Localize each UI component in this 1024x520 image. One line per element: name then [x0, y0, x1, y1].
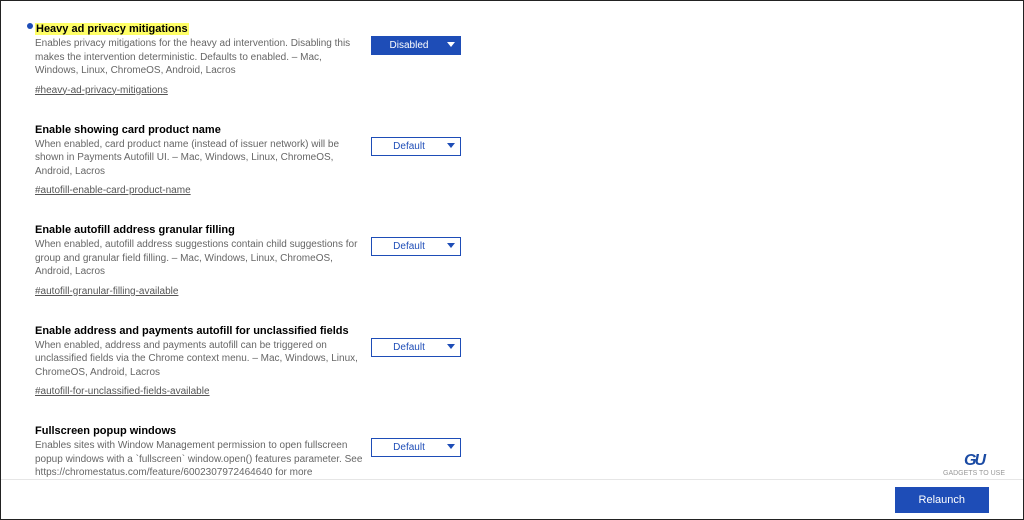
flag-row: Fullscreen popup windows Enables sites wi…: [1, 413, 1023, 479]
flag-state-select[interactable]: Default: [371, 137, 461, 156]
flag-row: Enable showing card product name When ena…: [1, 112, 1023, 213]
flag-hash-link[interactable]: #autofill-granular-filling-available: [35, 286, 178, 297]
flag-select-wrap: Default: [371, 321, 461, 357]
flag-description: When enabled, card product name (instead…: [35, 138, 365, 179]
flag-main: Fullscreen popup windows Enables sites wi…: [35, 421, 365, 479]
flag-row: Enable address and payments autofill for…: [1, 313, 1023, 414]
flag-description: When enabled, address and payments autof…: [35, 339, 365, 380]
app-window: Heavy ad privacy mitigations Enables priv…: [0, 0, 1024, 520]
flag-description: Enables sites with Window Management per…: [35, 439, 365, 479]
flag-state-select[interactable]: Default: [371, 237, 461, 256]
flag-state-select[interactable]: Disabled: [371, 36, 461, 55]
flags-list: Heavy ad privacy mitigations Enables priv…: [1, 11, 1023, 479]
flag-description: Enables privacy mitigations for the heav…: [35, 37, 365, 78]
flags-scroll-area[interactable]: Heavy ad privacy mitigations Enables priv…: [1, 1, 1023, 479]
flag-select-wrap: Default: [371, 220, 461, 256]
flag-state-select[interactable]: Default: [371, 438, 461, 457]
flag-title: Enable address and payments autofill for…: [35, 325, 349, 337]
flag-row: Heavy ad privacy mitigations Enables priv…: [1, 11, 1023, 112]
modified-dot-icon: [27, 23, 33, 29]
flag-title: Enable autofill address granular filling: [35, 224, 235, 236]
flag-title: Heavy ad privacy mitigations: [35, 23, 189, 35]
flag-title: Enable showing card product name: [35, 124, 221, 136]
flag-state-select[interactable]: Default: [371, 338, 461, 357]
flag-title: Fullscreen popup windows: [35, 425, 176, 437]
flag-hash-link[interactable]: #heavy-ad-privacy-mitigations: [35, 85, 168, 96]
flag-hash-link[interactable]: #autofill-enable-card-product-name: [35, 185, 191, 196]
flag-select-wrap: Default: [371, 421, 461, 457]
bottom-bar: Relaunch: [1, 479, 1023, 519]
flag-main: Heavy ad privacy mitigations Enables priv…: [35, 19, 365, 98]
flag-select-wrap: Default: [371, 120, 461, 156]
flag-description: When enabled, autofill address suggestio…: [35, 238, 365, 279]
flag-main: Enable autofill address granular filling…: [35, 220, 365, 299]
flag-hash-link[interactable]: #autofill-for-unclassified-fields-availa…: [35, 386, 210, 397]
flag-row: Enable autofill address granular filling…: [1, 212, 1023, 313]
flag-select-wrap: Disabled: [371, 19, 461, 55]
relaunch-button[interactable]: Relaunch: [895, 487, 989, 513]
flag-main: Enable showing card product name When ena…: [35, 120, 365, 199]
flag-main: Enable address and payments autofill for…: [35, 321, 365, 400]
